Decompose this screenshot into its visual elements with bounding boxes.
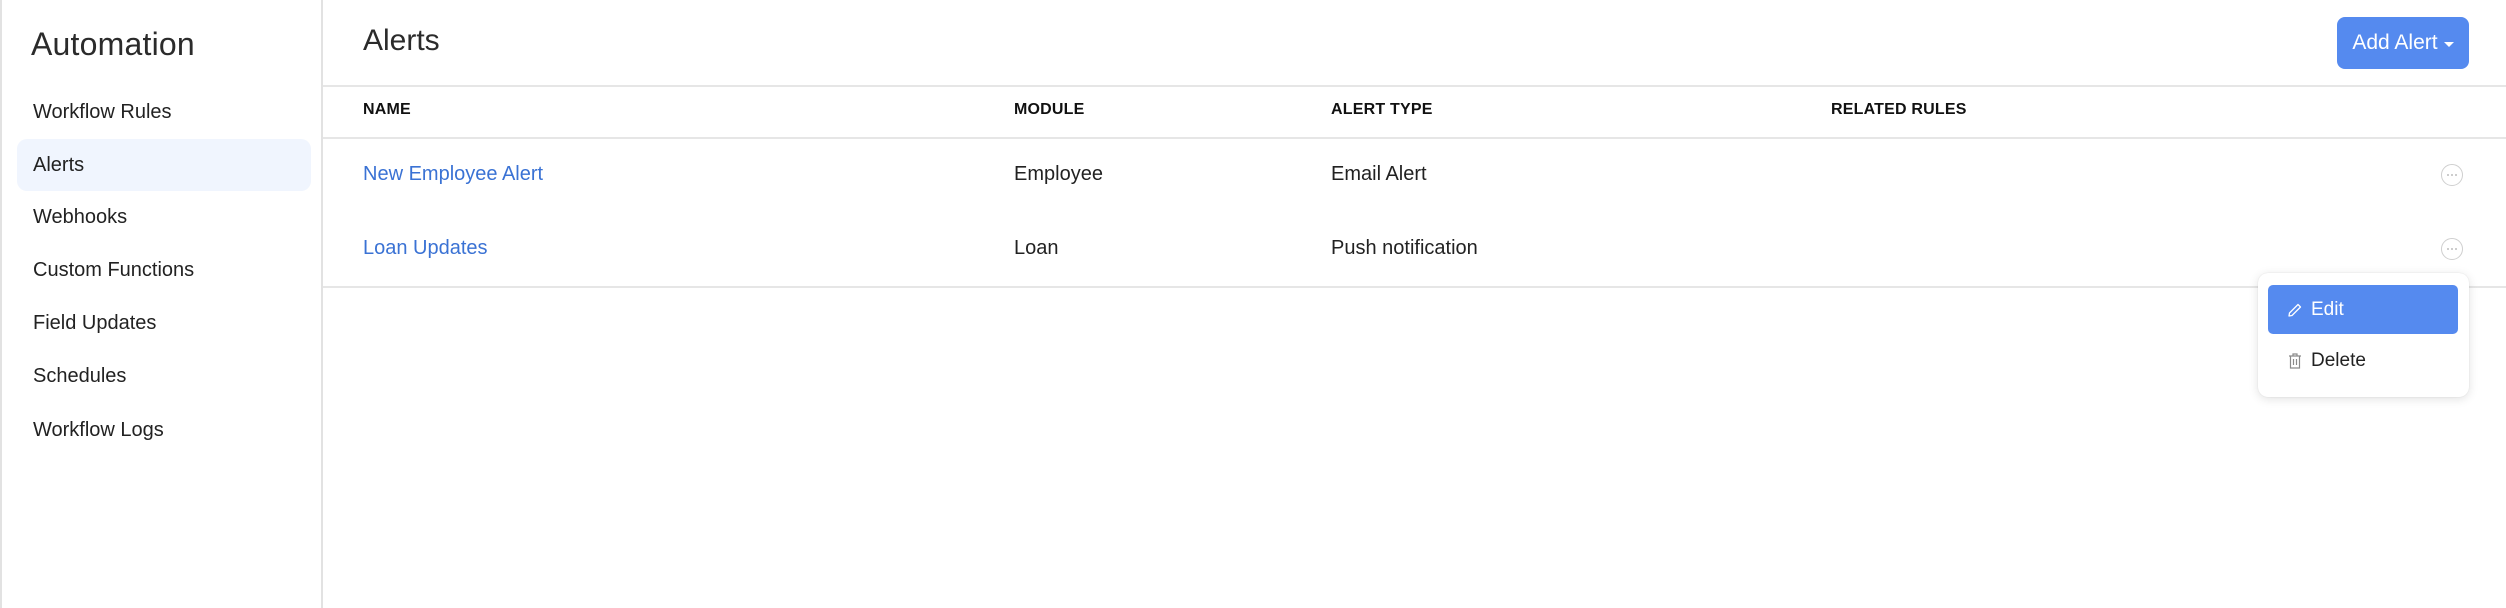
sidebar-item-webhooks[interactable]: Webhooks <box>17 191 311 243</box>
caret-down-icon <box>2443 41 2454 47</box>
column-header-related-rules: RELATED RULES <box>1831 101 1967 118</box>
alert-name-link[interactable]: Loan Updates <box>363 237 488 260</box>
sidebar-item-workflow-logs[interactable]: Workflow Logs <box>17 404 311 456</box>
main-content: Alerts Add Alert NAME MODULE ALERT TYPE … <box>323 0 2506 608</box>
alert-type: Push notification <box>1331 237 1478 259</box>
table-bottom-divider <box>323 286 2506 288</box>
column-header-name: NAME <box>363 101 411 118</box>
trash-icon <box>2289 352 2301 369</box>
column-header-alert-type: ALERT TYPE <box>1331 101 1433 118</box>
alert-name-link[interactable]: New Employee Alert <box>363 163 543 186</box>
alert-module: Loan <box>1014 237 1059 259</box>
sidebar-title: Automation <box>31 26 195 62</box>
header-divider <box>323 85 2506 87</box>
row-more-options-icon[interactable] <box>2441 238 2463 260</box>
add-alert-label: Add Alert <box>2352 31 2438 54</box>
table-header-divider <box>323 137 2506 139</box>
alert-type: Email Alert <box>1331 163 1427 185</box>
page-title: Alerts <box>363 24 440 57</box>
row-more-options-icon[interactable] <box>2441 164 2463 186</box>
sidebar-item-schedules[interactable]: Schedules <box>17 350 311 402</box>
column-header-module: MODULE <box>1014 101 1085 118</box>
edit-menu-item[interactable]: Edit <box>2268 285 2458 334</box>
delete-label: Delete <box>2311 349 2366 371</box>
sidebar-item-field-updates[interactable]: Field Updates <box>17 297 311 349</box>
sidebar-item-workflow-rules[interactable]: Workflow Rules <box>17 86 311 138</box>
add-alert-button[interactable]: Add Alert <box>2337 17 2469 69</box>
sidebar: Automation Workflow Rules Alerts Webhook… <box>0 0 323 608</box>
alert-module: Employee <box>1014 163 1103 185</box>
delete-menu-item[interactable]: Delete <box>2268 336 2458 385</box>
row-actions-menu: Edit Delete <box>2258 273 2469 397</box>
pencil-icon <box>2288 303 2302 317</box>
edit-label: Edit <box>2311 298 2344 320</box>
sidebar-item-alerts[interactable]: Alerts <box>17 139 311 191</box>
sidebar-item-custom-functions[interactable]: Custom Functions <box>17 244 311 296</box>
